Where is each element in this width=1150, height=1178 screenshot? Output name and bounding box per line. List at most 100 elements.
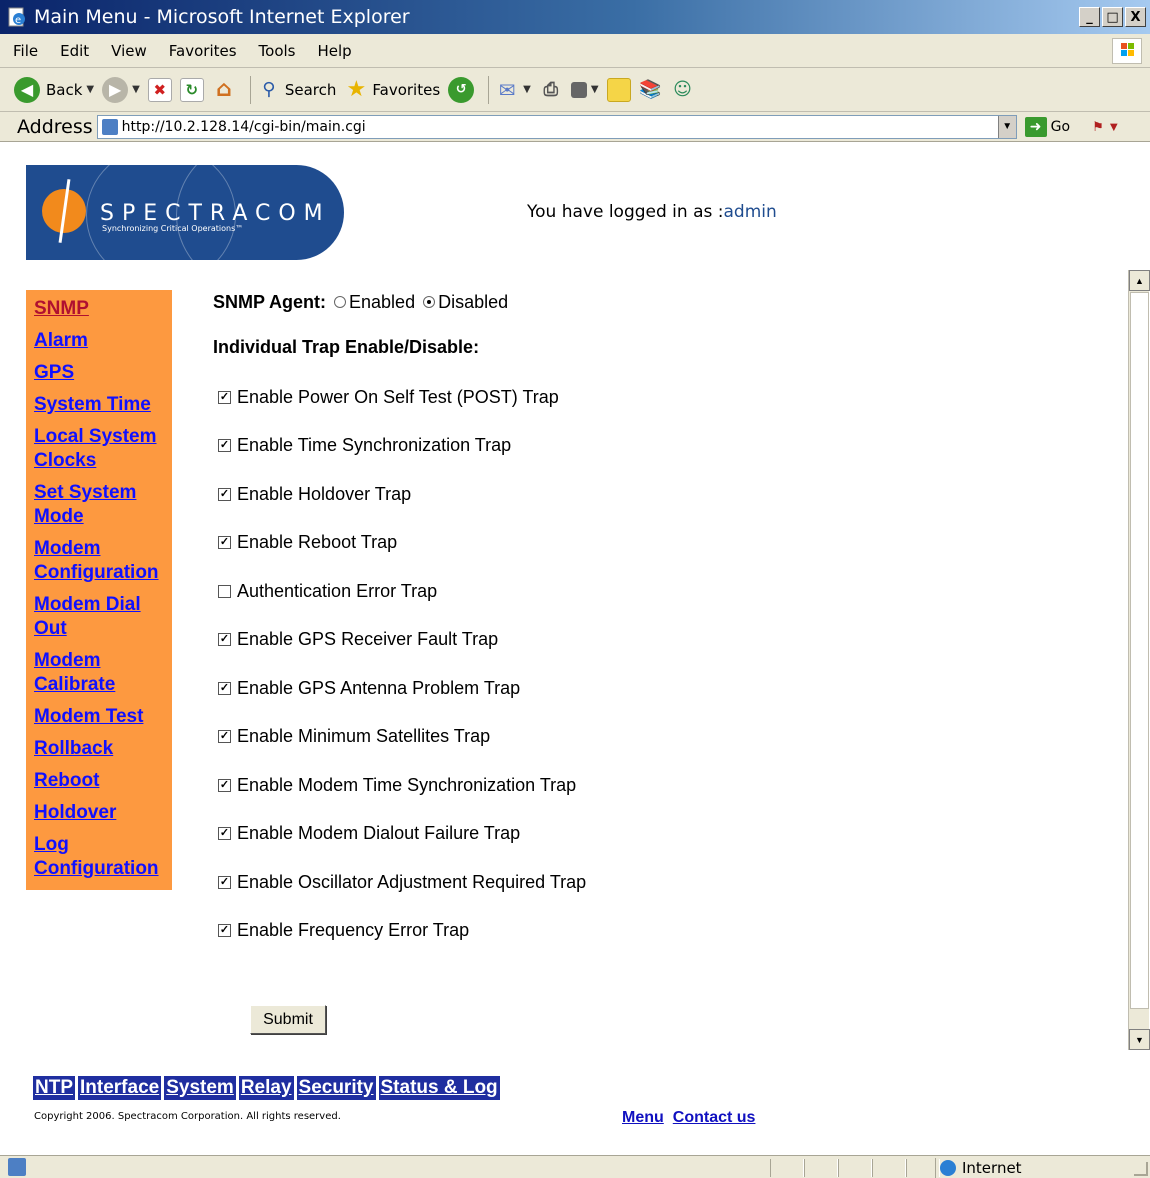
- trap-checkbox[interactable]: ✓: [218, 827, 231, 840]
- nav-modem-dial-out[interactable]: Modem Dial Out: [26, 593, 172, 641]
- snmp-agent-row: SNMP Agent: Enabled Disabled: [213, 290, 1113, 314]
- trap-checkbox[interactable]: ✓: [218, 390, 231, 404]
- note-icon: [606, 77, 631, 102]
- search-icon: ⚲: [262, 79, 276, 100]
- nav-modem-calibrate[interactable]: Modem Calibrate: [26, 649, 172, 697]
- stop-button[interactable]: ✖: [147, 77, 172, 102]
- mail-icon: ✉: [498, 77, 516, 102]
- print-button[interactable]: ⎙: [539, 78, 563, 102]
- trap-checkbox[interactable]: ✓: [218, 730, 231, 743]
- copyright-text: Copyright 2006. Spectracom Corporation. …: [34, 1111, 341, 1122]
- nav-rollback[interactable]: Rollback: [26, 737, 172, 761]
- menu-help[interactable]: Help: [305, 42, 361, 60]
- nav-alarm[interactable]: Alarm: [26, 329, 172, 353]
- nav-modem-test[interactable]: Modem Test: [26, 705, 172, 729]
- bottom-nav-relay[interactable]: Relay: [238, 1076, 294, 1100]
- trap-list: ✓ Enable Power On Self Test (POST) Trap ✓…: [213, 385, 1113, 943]
- address-url: http://10.2.128.14/cgi-bin/main.cgi: [121, 118, 366, 135]
- trap-label: Enable Power On Self Test (POST) Trap: [237, 386, 559, 407]
- go-button[interactable]: ➜ Go: [1024, 116, 1070, 137]
- mail-button[interactable]: ✉ ▼: [495, 78, 531, 102]
- nav-local-system-clocks[interactable]: Local System Clocks: [26, 425, 172, 473]
- forward-arrow-icon: ▶: [102, 76, 129, 103]
- star-icon: ★: [346, 77, 367, 102]
- trap-label: Enable Holdover Trap: [237, 483, 412, 504]
- discuss-button[interactable]: [606, 77, 631, 102]
- spectracom-logo: SPECTRACOM Synchronizing Critical Operat…: [26, 165, 344, 260]
- menu-edit[interactable]: Edit: [47, 42, 98, 60]
- trap-checkbox[interactable]: ✓: [218, 924, 231, 937]
- home-button[interactable]: ⌂: [212, 77, 236, 102]
- scroll-thumb[interactable]: [1130, 292, 1149, 1009]
- history-icon: ↺: [448, 76, 475, 103]
- vertical-scrollbar[interactable]: ▲ ▼: [1128, 270, 1150, 1050]
- chevron-down-icon: ▼: [590, 84, 599, 95]
- trap-label: Enable Reboot Trap: [237, 532, 398, 552]
- back-button[interactable]: ◀ Back ▼: [14, 76, 94, 103]
- minimize-button[interactable]: _: [1079, 7, 1100, 27]
- nav-snmp[interactable]: SNMP: [26, 297, 172, 321]
- messenger-button[interactable]: ☺: [671, 78, 695, 102]
- bottom-nav-ntp[interactable]: NTP: [33, 1076, 75, 1100]
- bottom-nav-interface[interactable]: Interface: [78, 1076, 162, 1100]
- trap-checkbox[interactable]: ✓: [218, 439, 231, 452]
- snmp-form: SNMP Agent: Enabled Disabled Individual …: [213, 290, 1113, 967]
- trap-item: Authentication Error Trap: [213, 579, 1113, 603]
- trap-checkbox[interactable]: ✓: [218, 487, 231, 501]
- logo-tagline: Synchronizing Critical Operations™: [102, 224, 244, 233]
- radio-enabled[interactable]: [334, 296, 347, 308]
- refresh-button[interactable]: ↻: [179, 77, 204, 102]
- go-arrow-icon: ➜: [1024, 116, 1047, 137]
- menu-tools[interactable]: Tools: [246, 42, 305, 60]
- nav-holdover[interactable]: Holdover: [26, 801, 172, 825]
- submit-button[interactable]: Submit: [250, 1005, 326, 1034]
- window-controls: _ □ X: [1079, 7, 1146, 27]
- login-user: admin: [723, 202, 777, 222]
- menu-view[interactable]: View: [98, 42, 156, 60]
- nav-gps[interactable]: GPS: [26, 361, 172, 385]
- maximize-button[interactable]: □: [1102, 7, 1123, 27]
- address-input[interactable]: http://10.2.128.14/cgi-bin/main.cgi ▼: [96, 114, 1017, 139]
- footer-contact-link[interactable]: Contact us: [673, 1109, 756, 1127]
- scroll-up-button[interactable]: ▲: [1129, 270, 1150, 291]
- trap-checkbox[interactable]: ✓: [218, 681, 231, 695]
- research-button[interactable]: 📚: [639, 78, 663, 102]
- forward-button[interactable]: ▶ ▼: [102, 76, 140, 103]
- menu-favorites[interactable]: Favorites: [156, 42, 246, 60]
- favorites-button[interactable]: ★ Favorites: [344, 77, 441, 102]
- trap-checkbox[interactable]: ✓: [218, 778, 231, 792]
- extension-icon[interactable]: ⚑ ▼: [1092, 119, 1120, 135]
- bottom-nav-status-log[interactable]: Status & Log: [378, 1076, 500, 1100]
- trap-checkbox[interactable]: ✓: [218, 536, 231, 549]
- trap-item: ✓ Enable GPS Antenna Problem Trap: [213, 676, 1113, 700]
- nav-log-configuration[interactable]: Log Configuration: [26, 833, 172, 881]
- address-dropdown-button[interactable]: ▼: [997, 115, 1016, 138]
- close-button[interactable]: X: [1125, 7, 1146, 27]
- nav-reboot[interactable]: Reboot: [26, 769, 172, 793]
- toolbar-separator: [488, 75, 490, 104]
- search-button[interactable]: ⚲ Search: [257, 78, 336, 102]
- trap-item: ✓ Enable GPS Receiver Fault Trap: [213, 628, 1113, 652]
- resize-grip[interactable]: [1134, 1162, 1148, 1176]
- history-button[interactable]: ↺: [448, 76, 475, 103]
- scroll-down-button[interactable]: ▼: [1129, 1029, 1150, 1050]
- edit-button[interactable]: ▼: [570, 81, 599, 98]
- trap-item: ✓ Enable Minimum Satellites Trap: [213, 725, 1113, 749]
- nav-system-time[interactable]: System Time: [26, 393, 172, 417]
- svg-text:e: e: [15, 15, 21, 26]
- trap-checkbox[interactable]: [218, 584, 231, 598]
- trap-item: ✓ Enable Oscillator Adjustment Required T…: [213, 870, 1113, 894]
- bottom-nav-security[interactable]: Security: [296, 1076, 376, 1100]
- trap-checkbox[interactable]: ✓: [218, 633, 231, 646]
- trap-label: Enable GPS Antenna Problem Trap: [237, 677, 521, 698]
- footer-links: Menu Contact us: [622, 1109, 755, 1127]
- trap-checkbox[interactable]: ✓: [218, 875, 231, 889]
- radio-disabled[interactable]: [423, 296, 436, 308]
- window-title: Main Menu - Microsoft Internet Explorer: [34, 6, 410, 28]
- menu-file[interactable]: File: [0, 42, 47, 60]
- footer-menu-link[interactable]: Menu: [622, 1109, 664, 1127]
- bottom-nav-system[interactable]: System: [164, 1076, 236, 1100]
- nav-set-system-mode[interactable]: Set System Mode: [26, 481, 172, 529]
- back-arrow-icon: ◀: [14, 76, 40, 103]
- nav-modem-configuration[interactable]: Modem Configuration: [26, 537, 172, 585]
